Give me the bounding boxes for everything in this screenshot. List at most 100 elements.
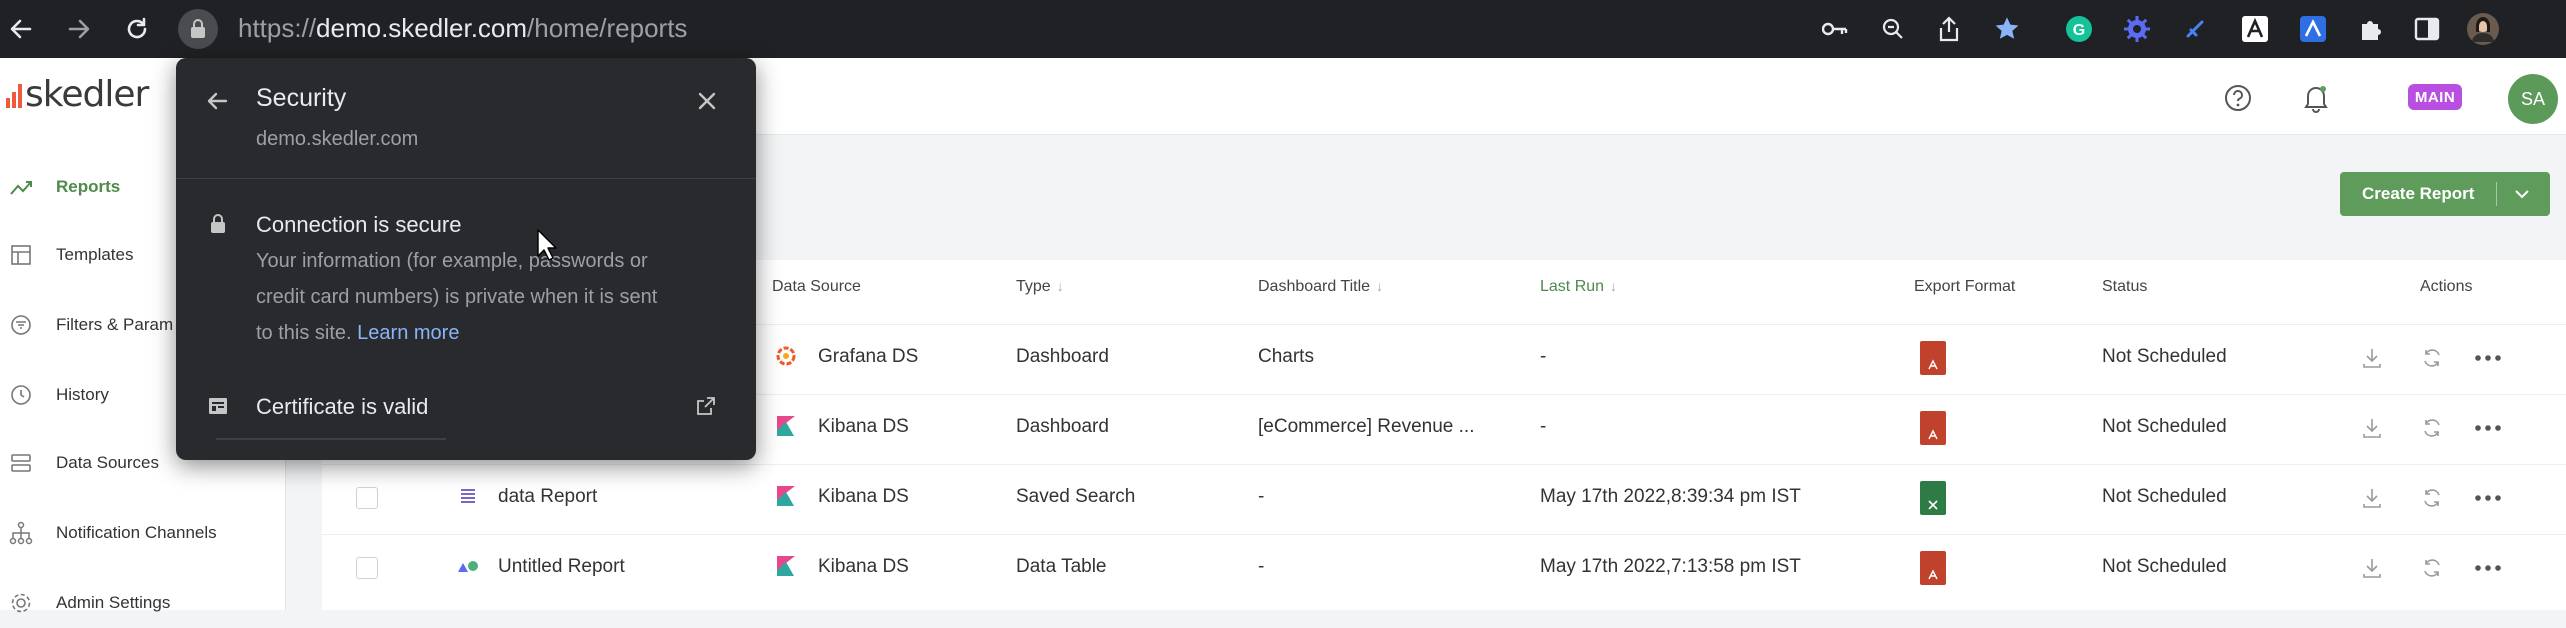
help-icon[interactable] <box>2220 80 2256 116</box>
zoom-icon[interactable] <box>1876 12 1910 46</box>
connection-description-text: to this site. <box>256 322 352 344</box>
download-icon[interactable] <box>2358 344 2386 372</box>
url-host: demo.skedler.com <box>316 13 528 43</box>
more-options-icon[interactable] <box>2474 484 2502 512</box>
divider <box>176 178 756 179</box>
gear-extension-icon[interactable] <box>2120 12 2154 46</box>
logo-bars-icon <box>6 82 22 108</box>
column-header-data-source[interactable]: Data Source <box>772 278 861 296</box>
certificate-valid-item[interactable]: Certificate is valid <box>256 394 428 420</box>
reload-icon[interactable] <box>120 12 154 46</box>
extension-blue-a-icon[interactable] <box>2296 12 2330 46</box>
report-name-cell[interactable]: data Report <box>498 486 597 508</box>
sort-arrow-icon: ↓ <box>1056 278 1064 294</box>
type-cell: Saved Search <box>1016 486 1136 507</box>
column-header-type[interactable]: Type ↓ <box>1016 278 1064 296</box>
bookmark-star-icon[interactable] <box>1990 12 2024 46</box>
sidebar-item-admin-settings[interactable]: Admin Settings <box>0 578 285 628</box>
sidebar-item-label: History <box>56 385 109 404</box>
back-arrow-icon[interactable] <box>204 88 230 119</box>
user-avatar[interactable]: SA <box>2508 74 2558 124</box>
last-run-cell: - <box>1540 416 1547 437</box>
more-options-icon[interactable] <box>2474 554 2502 582</box>
kibana-icon <box>774 414 798 443</box>
browser-toolbar: https://demo.skedler.com/home/reports G <box>0 0 2566 58</box>
column-header-last-run[interactable]: Last Run ↓ <box>1540 278 1617 296</box>
popup-scroll-indicator <box>216 438 446 440</box>
more-options-icon[interactable] <box>2474 344 2502 372</box>
channels-icon <box>8 520 34 546</box>
connection-description-line: Your information (for example, passwords… <box>256 250 648 272</box>
workspace-badge[interactable]: MAIN <box>2408 84 2462 110</box>
column-header-status: Status <box>2102 278 2148 295</box>
sort-arrow-icon: ↓ <box>1610 278 1618 294</box>
skedler-logo[interactable]: skedler <box>6 74 149 115</box>
refresh-icon[interactable] <box>2418 414 2446 442</box>
extension-a-icon[interactable] <box>2238 12 2272 46</box>
column-header-label: Dashboard Title <box>1258 278 1371 295</box>
sidebar-item-label: Filters & Param <box>56 315 174 334</box>
refresh-icon[interactable] <box>2418 344 2446 372</box>
dashboard-title-cell: [eCommerce] Revenue ... <box>1258 416 1475 437</box>
more-options-icon[interactable] <box>2474 414 2502 442</box>
mouse-cursor-icon <box>536 228 558 267</box>
column-header-actions: Actions <box>2420 278 2473 295</box>
extension-lightning-icon[interactable] <box>2178 12 2212 46</box>
database-icon <box>8 450 34 476</box>
connection-secure-title: Connection is secure <box>256 212 462 237</box>
excel-file-icon <box>1920 481 1946 515</box>
url-path: /home/reports <box>527 13 688 43</box>
table-row[interactable] <box>322 464 2566 534</box>
column-header-dashboard-title[interactable]: Dashboard Title ↓ <box>1258 278 1383 296</box>
saved-search-report-icon <box>458 486 478 511</box>
profile-avatar-icon[interactable] <box>2466 12 2500 46</box>
key-icon[interactable] <box>1818 12 1852 46</box>
grafana-icon <box>774 344 798 373</box>
row-checkbox[interactable] <box>356 557 378 579</box>
sidebar-item-label: Templates <box>56 245 134 264</box>
pdf-file-icon <box>1920 551 1946 585</box>
dashboard-title-cell: Charts <box>1258 346 1314 367</box>
popup-domain: demo.skedler.com <box>256 128 419 150</box>
status-cell: Not Scheduled <box>2102 486 2227 507</box>
grammarly-extension-icon[interactable]: G <box>2062 12 2096 46</box>
refresh-icon[interactable] <box>2418 484 2446 512</box>
puzzle-extensions-icon[interactable] <box>2354 12 2388 46</box>
row-checkbox[interactable] <box>356 487 378 509</box>
type-cell: Dashboard <box>1016 346 1109 367</box>
settings-icon <box>8 590 34 616</box>
forward-icon[interactable] <box>62 12 96 46</box>
column-header-label: Last Run <box>1540 278 1605 295</box>
create-report-label: Create Report <box>2362 184 2475 203</box>
dashboard-title-cell: - <box>1258 556 1265 577</box>
chevron-down-icon[interactable] <box>2512 184 2532 209</box>
template-icon <box>8 242 34 268</box>
sidebar-item-notification-channels[interactable]: Notification Channels <box>0 508 285 558</box>
report-name-cell[interactable]: Untitled Report <box>498 556 625 578</box>
external-link-icon[interactable] <box>696 396 716 421</box>
close-icon[interactable] <box>696 90 718 117</box>
notification-bell-icon[interactable] <box>2298 80 2334 116</box>
refresh-icon[interactable] <box>2418 554 2446 582</box>
filter-icon <box>8 312 34 338</box>
logo-text: skedler <box>25 74 149 115</box>
pdf-file-icon <box>1920 341 1946 375</box>
status-cell: Not Scheduled <box>2102 416 2227 437</box>
side-panel-icon[interactable] <box>2410 12 2444 46</box>
download-icon[interactable] <box>2358 484 2386 512</box>
sidebar-item-label: Notification Channels <box>56 523 217 542</box>
last-run-cell: May 17th 2022,8:39:34 pm IST <box>1540 486 1801 507</box>
data-source-cell: Kibana DS <box>818 416 909 437</box>
back-icon[interactable] <box>4 12 38 46</box>
download-icon[interactable] <box>2358 414 2386 442</box>
share-icon[interactable] <box>1932 12 1966 46</box>
sort-arrow-icon: ↓ <box>1376 278 1384 294</box>
learn-more-link[interactable]: Learn more <box>357 322 459 344</box>
data-source-cell: Grafana DS <box>818 346 919 367</box>
site-info-lock-icon[interactable] <box>178 9 218 49</box>
type-cell: Data Table <box>1016 556 1107 577</box>
create-report-button[interactable]: Create Report <box>2340 172 2550 216</box>
table-row[interactable] <box>322 534 2566 604</box>
download-icon[interactable] <box>2358 554 2386 582</box>
address-bar[interactable]: https://demo.skedler.com/home/reports <box>238 13 687 44</box>
